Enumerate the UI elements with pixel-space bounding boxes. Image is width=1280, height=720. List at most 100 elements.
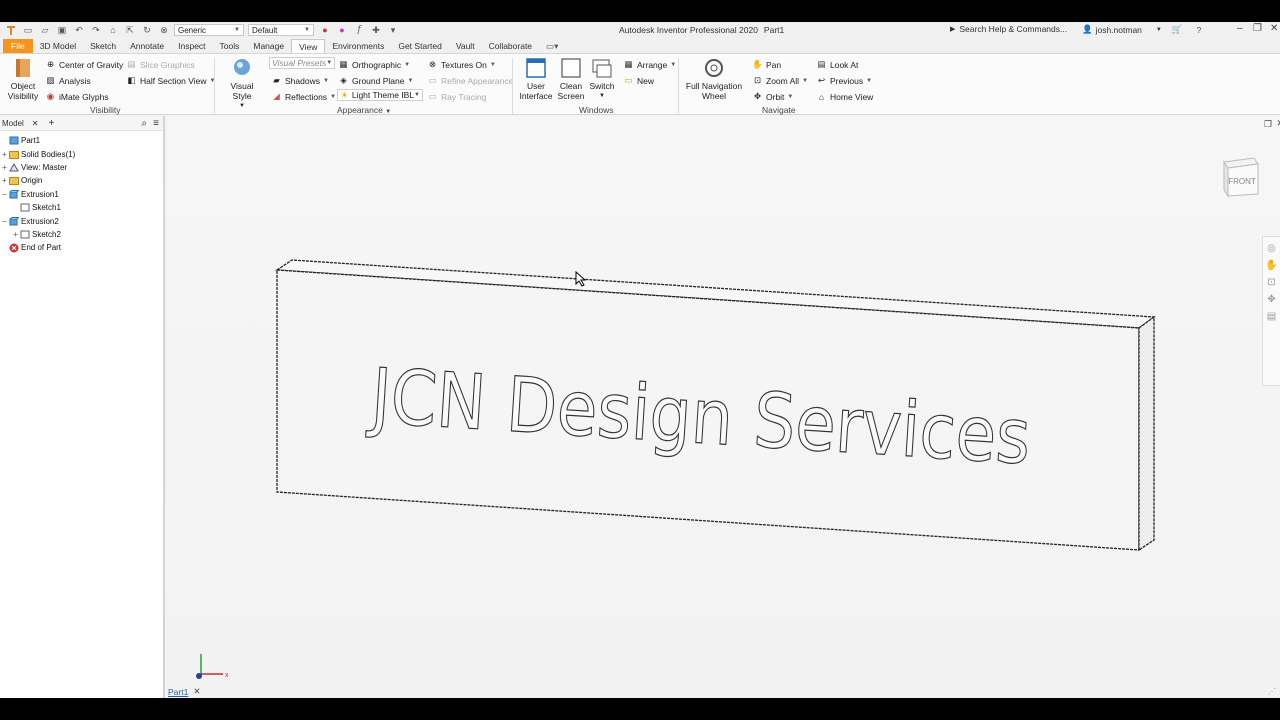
orthographic-button[interactable]: ▦ Orthographic ▼ — [338, 59, 410, 70]
document-tab[interactable]: Part1 ✕ — [168, 686, 200, 697]
tab-get-started[interactable]: Get Started — [391, 39, 448, 53]
tab-annotate[interactable]: Annotate — [123, 39, 171, 53]
shadows-button[interactable]: ▰ Shadows ▼ — [271, 75, 329, 86]
model-tab-label[interactable]: Model — [2, 119, 24, 128]
inventor-logo-icon[interactable] — [5, 24, 17, 36]
minimize-icon[interactable]: – — [1237, 23, 1243, 34]
tab-environments[interactable]: Environments — [325, 39, 391, 53]
open-file-icon[interactable]: ▱ — [39, 24, 51, 36]
menu-icon[interactable]: ≡ — [153, 118, 159, 129]
undo-icon[interactable]: ↶ — [73, 24, 85, 36]
full-navigation-wheel-button[interactable]: Full Navigation Wheel — [684, 57, 744, 101]
restore-icon[interactable]: ❐ — [1253, 23, 1262, 34]
steering-wheel-icon[interactable]: ◎ — [1267, 243, 1276, 254]
help-search-input[interactable]: Search Help & Commands... — [959, 24, 1067, 34]
appearance-dropdown[interactable]: Default ▼ — [248, 24, 314, 36]
browser-node[interactable]: + Origin — [0, 174, 163, 187]
browser-node[interactable]: − Extrusion2 — [0, 214, 163, 227]
search-icon[interactable]: ⌕ — [142, 118, 148, 129]
lighting-style-dropdown[interactable]: ☀ Light Theme IBL ▼ — [337, 89, 423, 101]
expand-icon[interactable]: + — [0, 163, 9, 172]
browser-node[interactable]: + Solid Bodies(1) — [0, 147, 163, 160]
select-icon[interactable]: ⇱ — [124, 24, 136, 36]
ribbon-options-icon[interactable]: ▭▾ — [539, 39, 565, 53]
zoom-icon[interactable]: ⊡ — [1267, 277, 1275, 288]
textures-on-button[interactable]: ⊗ Textures On ▼ — [427, 59, 496, 70]
tab-vault[interactable]: Vault — [449, 39, 482, 53]
browser-node[interactable]: − Extrusion1 — [0, 188, 163, 201]
zoom-all-button[interactable]: ⊡ Zoom All ▼ — [752, 75, 808, 86]
slice-graphics-button[interactable]: ▤ Slice Graphics — [126, 59, 194, 70]
customize-icon[interactable]: ▾ — [387, 24, 399, 36]
orbit-button[interactable]: ✥ Orbit ▼ — [752, 91, 793, 102]
half-section-view-button[interactable]: ◧ Half Section View ▼ — [126, 75, 215, 86]
tab-file[interactable]: File — [3, 39, 33, 53]
close-icon[interactable]: ✕ — [193, 686, 200, 697]
center-of-gravity-button[interactable]: ⊕ Center of Gravity — [45, 59, 123, 70]
expand-icon[interactable]: + — [11, 230, 20, 239]
home-view-button[interactable]: ⌂ Home View — [816, 91, 873, 102]
fx-icon[interactable]: f — [353, 24, 365, 36]
help-icon[interactable]: ? — [1196, 25, 1201, 35]
mouse-cursor — [575, 271, 587, 287]
user-interface-button[interactable]: User Interface — [518, 57, 554, 101]
visual-presets-dropdown[interactable]: Visual Presets ▼ — [269, 57, 335, 69]
browser-node[interactable]: + View: Master — [0, 161, 163, 174]
browser-node[interactable]: Part1 — [0, 134, 163, 147]
update-icon[interactable]: ↻ — [141, 24, 153, 36]
expand-icon[interactable]: + — [0, 176, 9, 185]
close-icon[interactable]: ✕ — [32, 119, 39, 128]
material-dropdown[interactable]: Generic ▼ — [174, 24, 244, 36]
browser-node[interactable]: + Sketch2 — [0, 228, 163, 241]
viewcube[interactable]: FRONT — [1220, 156, 1262, 198]
close-viewport-icon[interactable]: ✕ — [1276, 118, 1280, 129]
clear-icon[interactable]: ● — [336, 24, 348, 36]
add-icon[interactable]: ✚ — [370, 24, 382, 36]
close-icon[interactable]: ✕ — [1270, 23, 1278, 34]
cart-icon[interactable]: 🛒 — [1172, 24, 1183, 35]
reflections-button[interactable]: ◢ Reflections ▼ — [271, 91, 336, 102]
collapse-icon[interactable]: − — [0, 217, 9, 226]
clean-screen-button[interactable]: Clean Screen — [555, 57, 587, 101]
tab-sketch[interactable]: Sketch — [83, 39, 123, 53]
browser-node[interactable]: Sketch1 — [0, 201, 163, 214]
tab-tools[interactable]: Tools — [213, 39, 247, 53]
new-window-button[interactable]: ▭ New — [623, 75, 654, 86]
tab-collaborate[interactable]: Collaborate — [482, 39, 539, 53]
previous-view-button[interactable]: ↩ Previous ▼ — [816, 75, 872, 86]
new-file-icon[interactable]: ▭ — [22, 24, 34, 36]
browser-node[interactable]: End of Part — [0, 241, 163, 254]
switch-label: Switch — [589, 81, 615, 91]
home-icon[interactable]: ⌂ — [107, 24, 119, 36]
help-search[interactable]: ▶ Search Help & Commands... — [950, 24, 1067, 34]
redo-icon[interactable]: ↷ — [90, 24, 102, 36]
save-icon[interactable]: ▣ — [56, 24, 68, 36]
look-at-icon[interactable]: ▤ — [1267, 311, 1276, 322]
maximize-viewport-icon[interactable]: ❐ — [1264, 119, 1272, 130]
pan-button[interactable]: ✋ Pan — [752, 59, 781, 70]
imate-glyphs-button[interactable]: ◉ iMate Glyphs — [45, 91, 109, 102]
look-at-button[interactable]: ▤ Look At — [816, 59, 858, 70]
ground-plane-button[interactable]: ◈ Ground Plane ▼ — [338, 75, 413, 86]
add-tab-icon[interactable]: + — [49, 118, 55, 129]
arrange-button[interactable]: ▦ Arrange ▼ — [623, 59, 676, 70]
orbit-icon[interactable]: ✥ — [1267, 294, 1275, 305]
collapse-icon[interactable]: − — [0, 190, 9, 199]
tab-view[interactable]: View — [291, 39, 326, 53]
ray-tracing-icon: ▭ — [428, 91, 437, 101]
pan-icon[interactable]: ✋ — [1265, 260, 1277, 271]
analysis-button[interactable]: ▧ Analysis — [45, 75, 90, 86]
refine-appearance-button[interactable]: ▭ Refine Appearance — [427, 75, 513, 86]
tab-3d-model[interactable]: 3D Model — [33, 39, 83, 53]
object-visibility-button[interactable]: Object Visibility — [6, 57, 40, 101]
ray-tracing-button[interactable]: ▭ Ray Tracing — [427, 91, 486, 102]
expand-icon[interactable]: + — [0, 150, 9, 159]
user-account[interactable]: 👤 josh.notman ▼ 🛒? — [1082, 24, 1201, 35]
tab-manage[interactable]: Manage — [246, 39, 291, 53]
resize-grip-icon[interactable]: ⋰ — [1268, 687, 1276, 696]
adjust-icon[interactable]: ● — [319, 24, 331, 36]
visual-style-button[interactable]: Visual Style ▼ — [220, 57, 264, 111]
switch-button[interactable]: Switch ▼ — [588, 57, 616, 101]
graphics-viewport[interactable]: JCN Design Services FRONT ◎ ✋ ⊡ ✥ ▤ ❐ ✕ … — [167, 116, 1280, 698]
tab-inspect[interactable]: Inspect — [171, 39, 212, 53]
